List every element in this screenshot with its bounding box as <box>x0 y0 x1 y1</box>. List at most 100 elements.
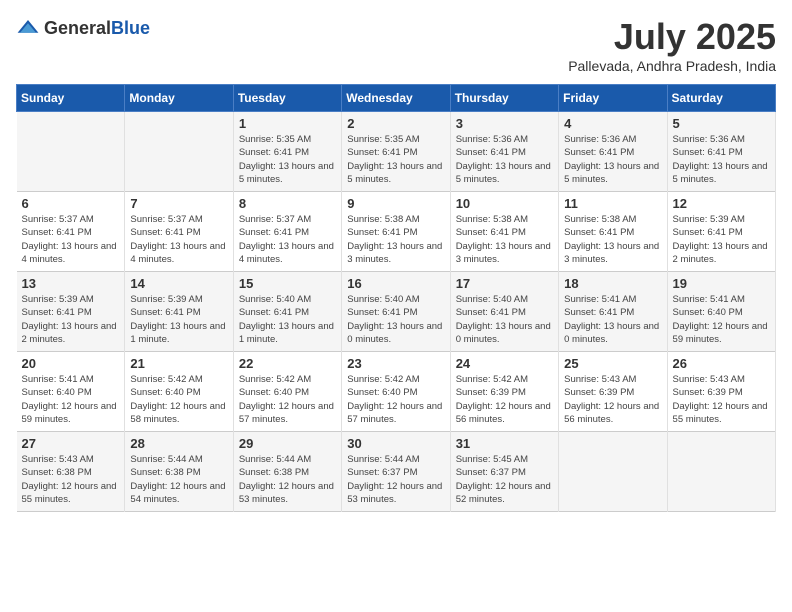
calendar-cell: 15 Sunrise: 5:40 AM Sunset: 6:41 PM Dayli… <box>233 272 341 352</box>
day-header-wednesday: Wednesday <box>342 85 450 112</box>
month-title: July 2025 <box>568 16 776 58</box>
cell-info: Sunrise: 5:37 AM Sunset: 6:41 PM Dayligh… <box>130 213 227 266</box>
cell-info: Sunrise: 5:42 AM Sunset: 6:40 PM Dayligh… <box>239 373 336 426</box>
calendar-week-5: 27 Sunrise: 5:43 AM Sunset: 6:38 PM Dayli… <box>17 432 776 512</box>
day-number: 7 <box>130 196 227 211</box>
cell-info: Sunrise: 5:43 AM Sunset: 6:38 PM Dayligh… <box>22 453 120 506</box>
day-number: 6 <box>22 196 120 211</box>
day-number: 20 <box>22 356 120 371</box>
calendar-week-1: 1 Sunrise: 5:35 AM Sunset: 6:41 PM Daylig… <box>17 112 776 192</box>
day-number: 15 <box>239 276 336 291</box>
calendar-cell: 13 Sunrise: 5:39 AM Sunset: 6:41 PM Dayli… <box>17 272 125 352</box>
day-number: 17 <box>456 276 553 291</box>
calendar-cell: 2 Sunrise: 5:35 AM Sunset: 6:41 PM Daylig… <box>342 112 450 192</box>
calendar-cell <box>17 112 125 192</box>
day-header-sunday: Sunday <box>17 85 125 112</box>
location: Pallevada, Andhra Pradesh, India <box>568 58 776 74</box>
calendar-cell: 5 Sunrise: 5:36 AM Sunset: 6:41 PM Daylig… <box>667 112 775 192</box>
cell-info: Sunrise: 5:36 AM Sunset: 6:41 PM Dayligh… <box>673 133 770 186</box>
calendar-header-row: SundayMondayTuesdayWednesdayThursdayFrid… <box>17 85 776 112</box>
calendar-cell: 7 Sunrise: 5:37 AM Sunset: 6:41 PM Daylig… <box>125 192 233 272</box>
day-number: 9 <box>347 196 444 211</box>
logo-general: General <box>44 18 111 38</box>
cell-info: Sunrise: 5:38 AM Sunset: 6:41 PM Dayligh… <box>347 213 444 266</box>
calendar-cell: 4 Sunrise: 5:36 AM Sunset: 6:41 PM Daylig… <box>559 112 667 192</box>
cell-info: Sunrise: 5:42 AM Sunset: 6:40 PM Dayligh… <box>347 373 444 426</box>
calendar-cell: 3 Sunrise: 5:36 AM Sunset: 6:41 PM Daylig… <box>450 112 558 192</box>
day-number: 19 <box>673 276 770 291</box>
page-header: GeneralBlue July 2025 Pallevada, Andhra … <box>16 16 776 74</box>
cell-info: Sunrise: 5:39 AM Sunset: 6:41 PM Dayligh… <box>130 293 227 346</box>
cell-info: Sunrise: 5:36 AM Sunset: 6:41 PM Dayligh… <box>456 133 553 186</box>
cell-info: Sunrise: 5:42 AM Sunset: 6:40 PM Dayligh… <box>130 373 227 426</box>
calendar-table: SundayMondayTuesdayWednesdayThursdayFrid… <box>16 84 776 512</box>
day-number: 18 <box>564 276 661 291</box>
calendar-cell <box>559 432 667 512</box>
logo: GeneralBlue <box>16 16 150 40</box>
calendar-cell: 24Sunrise: 5:42 AM Sunset: 6:39 PM Dayli… <box>450 352 558 432</box>
day-number: 3 <box>456 116 553 131</box>
calendar-cell <box>667 432 775 512</box>
cell-info: Sunrise: 5:43 AM Sunset: 6:39 PM Dayligh… <box>673 373 770 426</box>
calendar-cell: 16 Sunrise: 5:40 AM Sunset: 6:41 PM Dayli… <box>342 272 450 352</box>
day-number: 31 <box>456 436 553 451</box>
cell-info: Sunrise: 5:41 AM Sunset: 6:40 PM Dayligh… <box>22 373 120 426</box>
calendar-week-4: 20 Sunrise: 5:41 AM Sunset: 6:40 PM Dayli… <box>17 352 776 432</box>
day-number: 13 <box>22 276 120 291</box>
calendar-cell: 25Sunrise: 5:43 AM Sunset: 6:39 PM Dayli… <box>559 352 667 432</box>
calendar-cell: 18 Sunrise: 5:41 AM Sunset: 6:41 PM Dayli… <box>559 272 667 352</box>
cell-info: Sunrise: 5:40 AM Sunset: 6:41 PM Dayligh… <box>456 293 553 346</box>
cell-info: Sunrise: 5:36 AM Sunset: 6:41 PM Dayligh… <box>564 133 661 186</box>
logo-icon <box>16 16 40 40</box>
cell-info: Sunrise: 5:40 AM Sunset: 6:41 PM Dayligh… <box>239 293 336 346</box>
cell-info: Sunrise: 5:45 AM Sunset: 6:37 PM Dayligh… <box>456 453 553 506</box>
day-header-monday: Monday <box>125 85 233 112</box>
calendar-cell: 12Sunrise: 5:39 AM Sunset: 6:41 PM Dayli… <box>667 192 775 272</box>
calendar-cell: 27 Sunrise: 5:43 AM Sunset: 6:38 PM Dayli… <box>17 432 125 512</box>
day-number: 4 <box>564 116 661 131</box>
day-number: 5 <box>673 116 770 131</box>
calendar-cell: 29Sunrise: 5:44 AM Sunset: 6:38 PM Dayli… <box>233 432 341 512</box>
cell-info: Sunrise: 5:38 AM Sunset: 6:41 PM Dayligh… <box>456 213 553 266</box>
title-section: July 2025 Pallevada, Andhra Pradesh, Ind… <box>568 16 776 74</box>
calendar-cell: 30 Sunrise: 5:44 AM Sunset: 6:37 PM Dayli… <box>342 432 450 512</box>
logo-blue: Blue <box>111 18 150 38</box>
day-number: 22 <box>239 356 336 371</box>
day-number: 16 <box>347 276 444 291</box>
day-header-thursday: Thursday <box>450 85 558 112</box>
day-number: 1 <box>239 116 336 131</box>
cell-info: Sunrise: 5:44 AM Sunset: 6:37 PM Dayligh… <box>347 453 444 506</box>
cell-info: Sunrise: 5:35 AM Sunset: 6:41 PM Dayligh… <box>347 133 444 186</box>
cell-info: Sunrise: 5:39 AM Sunset: 6:41 PM Dayligh… <box>673 213 770 266</box>
cell-info: Sunrise: 5:35 AM Sunset: 6:41 PM Dayligh… <box>239 133 336 186</box>
day-header-saturday: Saturday <box>667 85 775 112</box>
cell-info: Sunrise: 5:40 AM Sunset: 6:41 PM Dayligh… <box>347 293 444 346</box>
day-number: 21 <box>130 356 227 371</box>
day-number: 24 <box>456 356 553 371</box>
day-number: 8 <box>239 196 336 211</box>
day-number: 11 <box>564 196 661 211</box>
day-number: 23 <box>347 356 444 371</box>
calendar-cell: 26 Sunrise: 5:43 AM Sunset: 6:39 PM Dayli… <box>667 352 775 432</box>
day-number: 14 <box>130 276 227 291</box>
calendar-week-2: 6 Sunrise: 5:37 AM Sunset: 6:41 PM Daylig… <box>17 192 776 272</box>
day-number: 28 <box>130 436 227 451</box>
day-number: 30 <box>347 436 444 451</box>
calendar-week-3: 13 Sunrise: 5:39 AM Sunset: 6:41 PM Dayli… <box>17 272 776 352</box>
cell-info: Sunrise: 5:39 AM Sunset: 6:41 PM Dayligh… <box>22 293 120 346</box>
calendar-cell: 8Sunrise: 5:37 AM Sunset: 6:41 PM Daylig… <box>233 192 341 272</box>
day-number: 26 <box>673 356 770 371</box>
day-number: 27 <box>22 436 120 451</box>
calendar-cell: 10 Sunrise: 5:38 AM Sunset: 6:41 PM Dayli… <box>450 192 558 272</box>
day-number: 2 <box>347 116 444 131</box>
calendar-cell <box>125 112 233 192</box>
calendar-cell: 17 Sunrise: 5:40 AM Sunset: 6:41 PM Dayli… <box>450 272 558 352</box>
calendar-cell: 6Sunrise: 5:37 AM Sunset: 6:41 PM Daylig… <box>17 192 125 272</box>
calendar-cell: 31 Sunrise: 5:45 AM Sunset: 6:37 PM Dayli… <box>450 432 558 512</box>
cell-info: Sunrise: 5:41 AM Sunset: 6:41 PM Dayligh… <box>564 293 661 346</box>
day-header-tuesday: Tuesday <box>233 85 341 112</box>
calendar-cell: 22 Sunrise: 5:42 AM Sunset: 6:40 PM Dayli… <box>233 352 341 432</box>
day-number: 10 <box>456 196 553 211</box>
cell-info: Sunrise: 5:44 AM Sunset: 6:38 PM Dayligh… <box>130 453 227 506</box>
day-number: 25 <box>564 356 661 371</box>
